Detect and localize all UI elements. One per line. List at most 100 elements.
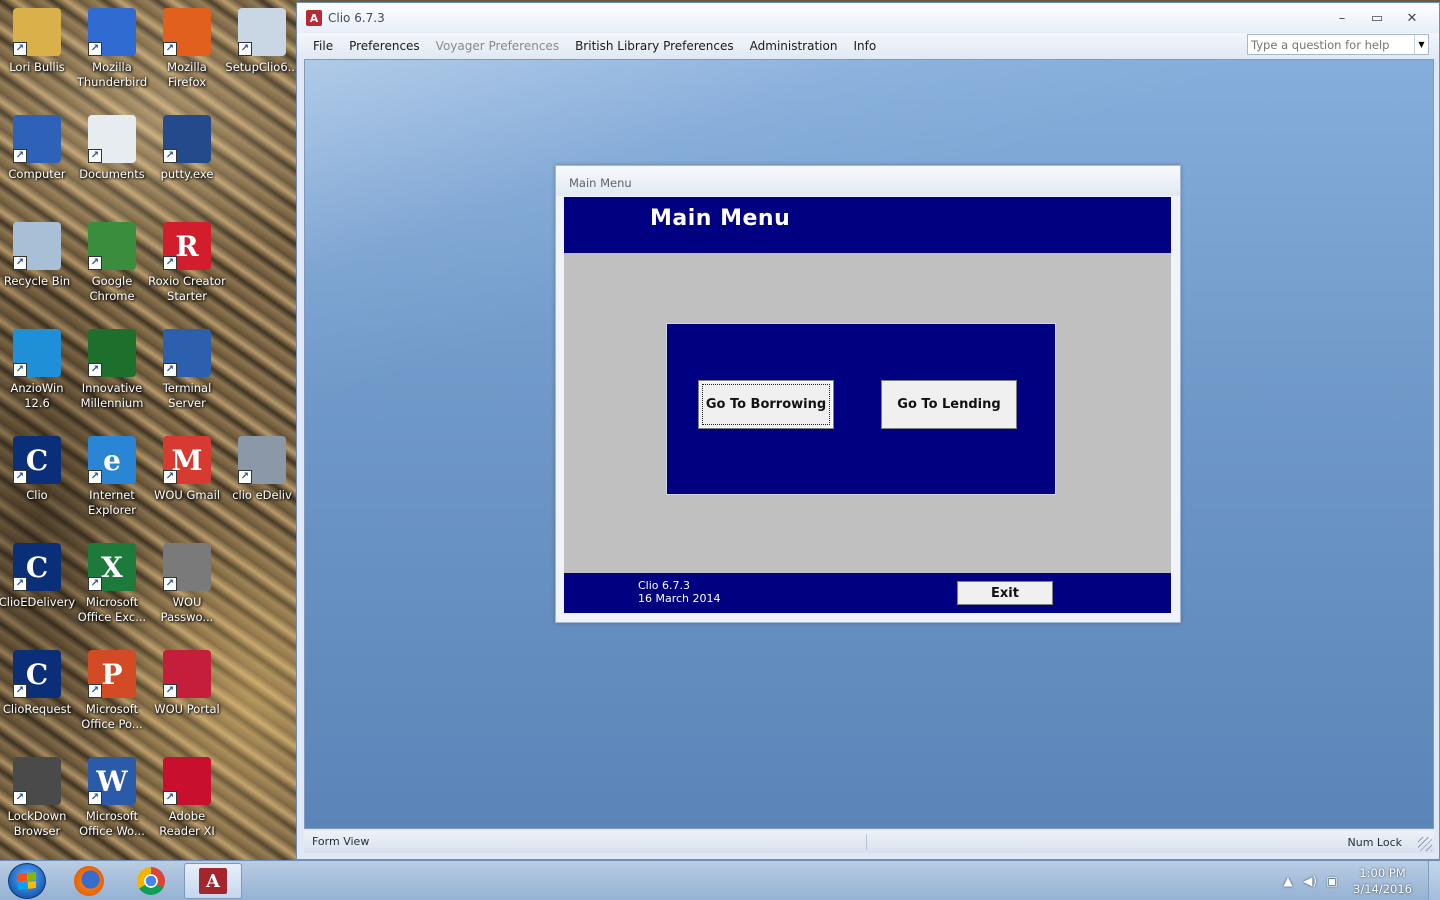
desktop-icon-innovative-millennium[interactable]: ↗ Innovative Millennium (75, 323, 149, 423)
desktop-icon-mozilla-thunderbird[interactable]: ↗ Mozilla Thunderbird (75, 2, 149, 102)
desktop-icon-computer[interactable]: ↗ Computer (0, 109, 74, 209)
menu-british-library-preferences[interactable]: British Library Preferences (575, 39, 734, 53)
shortcut-arrow-icon: ↗ (163, 363, 177, 377)
shortcut-arrow-icon: ↗ (88, 684, 102, 698)
desktop-icon-putty-exe[interactable]: ↗ putty.exe (150, 109, 224, 209)
desktop-icon-lockdown-browser[interactable]: ↗ LockDown Browser (0, 751, 74, 851)
microsoft-office-po-icon: P ↗ (88, 650, 136, 698)
go-to-borrowing-button[interactable]: Go To Borrowing (698, 380, 834, 429)
go-to-lending-button[interactable]: Go To Lending (881, 380, 1017, 429)
taskbar-chrome[interactable] (122, 863, 180, 899)
shortcut-arrow-icon: ↗ (88, 149, 102, 163)
show-desktop-button[interactable] (1428, 861, 1440, 900)
access-icon: A (199, 868, 227, 894)
form-caption[interactable]: Main Menu (556, 166, 1180, 196)
internet-explorer-icon: e ↗ (88, 436, 136, 484)
page-title: Main Menu (650, 206, 791, 231)
maximize-button[interactable]: ▭ (1362, 7, 1392, 29)
desktop-icon-microsoft-office-po[interactable]: P ↗ Microsoft Office Po... (75, 644, 149, 744)
desktop-icon-google-chrome[interactable]: ↗ Google Chrome (75, 216, 149, 316)
desktop-icon-terminal-server[interactable]: ↗ Terminal Server (150, 323, 224, 423)
chrome-icon (137, 867, 165, 895)
system-tray: ▲ ◀) ▣ 1:00 PM 3/14/2016 (1277, 861, 1412, 900)
desktop-icon-label: WOU Portal (154, 702, 220, 716)
shortcut-arrow-icon: ↗ (88, 42, 102, 56)
navigation-panel: Go To Borrowing Go To Lending (666, 323, 1056, 495)
minimize-button[interactable]: – (1327, 7, 1357, 29)
taskbar-access[interactable]: A (184, 863, 242, 899)
desktop-icon-microsoft-office-wo[interactable]: W ↗ Microsoft Office Wo... (75, 751, 149, 851)
menu-info[interactable]: Info (853, 39, 876, 53)
taskbar-firefox[interactable] (60, 863, 118, 899)
desktop-icon-roxio-creator-starter[interactable]: R ↗ Roxio Creator Starter (148, 216, 226, 316)
desktop-icon-label: Microsoft Office Wo... (79, 809, 145, 838)
recycle-bin-icon: ↗ (13, 222, 61, 270)
desktop-icon-label: LockDown Browser (7, 809, 67, 838)
microsoft-office-wo-icon: W ↗ (88, 757, 136, 805)
desktop-icon-anziowin-12-6[interactable]: ↗ AnzioWin 12.6 (0, 323, 74, 423)
shortcut-arrow-icon: ↗ (88, 470, 102, 484)
windows-logo-icon (18, 872, 36, 890)
start-button[interactable] (8, 863, 46, 899)
close-button[interactable]: ✕ (1397, 7, 1427, 29)
show-hidden-icons-icon[interactable]: ▲ (1277, 874, 1299, 888)
desktop-icon-cliorequest[interactable]: C ↗ ClioRequest (0, 644, 74, 744)
clock[interactable]: 1:00 PM 3/14/2016 (1353, 865, 1412, 897)
version-label: Clio 6.7.3 (638, 579, 691, 592)
help-search-input[interactable] (1248, 35, 1414, 54)
shortcut-arrow-icon: ↗ (163, 791, 177, 805)
desktop-icon-label: WOU Passwo... (160, 595, 214, 624)
desktop-icon-documents[interactable]: ↗ Documents (75, 109, 149, 209)
volume-icon[interactable]: ◀) (1299, 874, 1321, 888)
desktop-icon-microsoft-office-exc[interactable]: X ↗ Microsoft Office Exc... (75, 537, 149, 637)
google-chrome-icon: ↗ (88, 222, 136, 270)
access-workspace: Main Menu Main Menu Go To Borrowing Go T… (304, 59, 1434, 829)
menu-administration[interactable]: Administration (750, 39, 838, 53)
clio-icon: C ↗ (13, 436, 61, 484)
documents-icon: ↗ (88, 115, 136, 163)
shortcut-arrow-icon: ↗ (163, 577, 177, 591)
shortcut-arrow-icon: ↗ (13, 363, 27, 377)
adobe-reader-xi-icon: ↗ (163, 757, 211, 805)
cliorequest-icon: C ↗ (13, 650, 61, 698)
desktop-icon-wou-portal[interactable]: ↗ WOU Portal (150, 644, 224, 744)
desktop-icon-label: SetupClio6... (225, 60, 299, 74)
shortcut-arrow-icon: ↗ (13, 684, 27, 698)
desktop-icon-label: Microsoft Office Po... (81, 702, 143, 731)
form-footer: Clio 6.7.3 16 March 2014 Exit (564, 573, 1171, 613)
main-menu-form: Main Menu Main Menu Go To Borrowing Go T… (555, 165, 1181, 623)
status-bar: Form View Num Lock (304, 831, 1434, 853)
desktop-icon-lori-bullis[interactable]: ↗ Lori Bullis (0, 2, 74, 102)
desktop-icon-internet-explorer[interactable]: e ↗ Internet Explorer (75, 430, 149, 530)
resize-grip[interactable] (1418, 837, 1432, 851)
desktop-icon-setupclio6[interactable]: ↗ SetupClio6... (225, 2, 299, 102)
chevron-down-icon[interactable]: ▼ (1414, 35, 1428, 54)
exit-button[interactable]: Exit (957, 581, 1053, 605)
desktop-icon-clio-edeliv[interactable]: ↗ clio eDeliv (225, 430, 299, 530)
desktop-icon-label: clio eDeliv (232, 488, 292, 502)
title-bar[interactable]: A Clio 6.7.3 – ▭ ✕ (297, 3, 1439, 33)
shortcut-arrow-icon: ↗ (163, 684, 177, 698)
desktop-icon-recycle-bin[interactable]: ↗ Recycle Bin (0, 216, 74, 316)
wou-portal-icon: ↗ (163, 650, 211, 698)
desktop-icon-clio[interactable]: C ↗ Clio (0, 430, 74, 530)
release-date-label: 16 March 2014 (638, 592, 721, 605)
desktop-icon-wou-gmail[interactable]: M ↗ WOU Gmail (150, 430, 224, 530)
desktop-icon-adobe-reader-xi[interactable]: ↗ Adobe Reader XI (150, 751, 224, 851)
shortcut-arrow-icon: ↗ (88, 256, 102, 270)
desktop-icon-clioedelivery[interactable]: C ↗ ClioEDelivery (0, 537, 75, 637)
desktop-icon-mozilla-firefox[interactable]: ↗ Mozilla Firefox (150, 2, 224, 102)
menu-file[interactable]: File (313, 39, 333, 53)
shortcut-arrow-icon: ↗ (13, 256, 27, 270)
desktop-icon-label: Innovative Millennium (80, 381, 144, 410)
network-icon[interactable]: ▣ (1321, 874, 1343, 888)
desktop-icon-label: WOU Gmail (153, 488, 221, 502)
clio-edeliv-icon: ↗ (238, 436, 286, 484)
mozilla-thunderbird-icon: ↗ (88, 8, 136, 56)
access-logo-icon[interactable]: A (306, 10, 322, 26)
desktop-icon-wou-passwo[interactable]: ↗ WOU Passwo... (150, 537, 224, 637)
terminal-server-icon: ↗ (163, 329, 211, 377)
menu-preferences[interactable]: Preferences (349, 39, 420, 53)
taskbar: A ▲ ◀) ▣ 1:00 PM 3/14/2016 (0, 860, 1440, 900)
desktop-icon-label: Internet Explorer (88, 488, 136, 517)
